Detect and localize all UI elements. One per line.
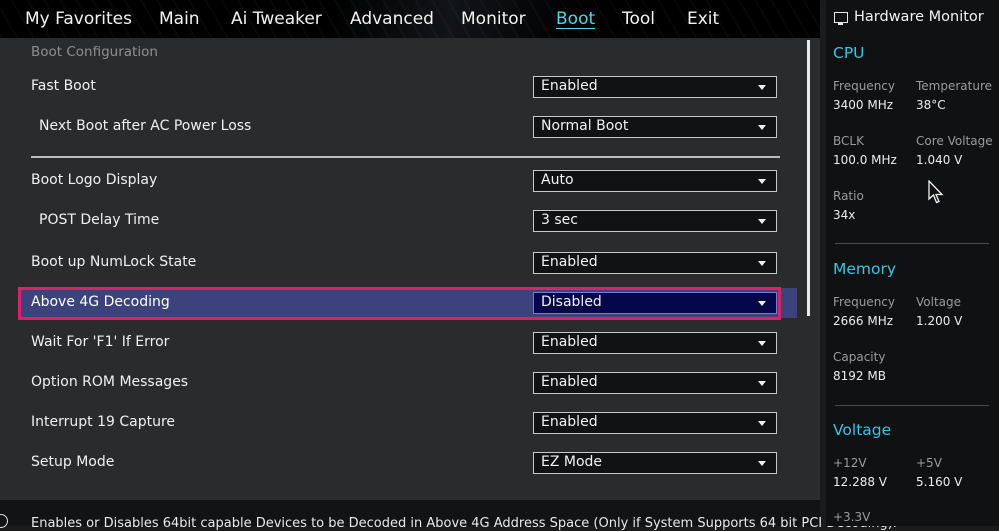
numlock-dropdown[interactable]: Enabled bbox=[533, 252, 777, 274]
dropdown-value: Auto bbox=[541, 172, 574, 188]
divider bbox=[835, 405, 989, 406]
cpu-heading: CPU bbox=[833, 44, 865, 62]
setting-label-setup-mode: Setup Mode bbox=[31, 454, 115, 470]
setting-label-post-delay: POST Delay Time bbox=[39, 212, 160, 228]
cpu-frequency-label: Frequency bbox=[833, 79, 895, 93]
tab-exit[interactable]: Exit bbox=[687, 9, 719, 29]
dropdown-value: Enabled bbox=[541, 414, 598, 430]
help-bar: Enables or Disables 64bit capable Device… bbox=[0, 500, 897, 531]
setting-label-above-4g[interactable]: Above 4G Decoding bbox=[31, 294, 170, 310]
hardware-monitor-panel: Hardware Monitor CPU Frequency Temperatu… bbox=[826, 0, 999, 526]
dropdown-value: 3 sec bbox=[541, 212, 578, 228]
core-voltage-value: 1.040 V bbox=[916, 153, 963, 167]
dropdown-value: Enabled bbox=[541, 374, 598, 390]
voltage-heading: Voltage bbox=[833, 421, 892, 439]
next-boot-ac-dropdown[interactable]: Normal Boot bbox=[533, 116, 777, 138]
top-nav: My Favorites Main Ai Tweaker Advanced Mo… bbox=[0, 0, 820, 38]
core-voltage-label: Core Voltage bbox=[916, 134, 993, 148]
monitor-icon bbox=[834, 12, 848, 25]
setting-label-numlock: Boot up NumLock State bbox=[31, 254, 197, 270]
memory-frequency-label: Frequency bbox=[833, 295, 895, 309]
cpu-frequency-value: 3400 MHz bbox=[833, 98, 894, 112]
dropdown-value: Enabled bbox=[541, 254, 598, 270]
chevron-down-icon bbox=[758, 261, 766, 266]
settings-panel: Boot Configuration Fast Boot Enabled Nex… bbox=[0, 38, 820, 500]
divider bbox=[31, 156, 780, 158]
setting-label-wait-f1: Wait For 'F1' If Error bbox=[31, 334, 170, 350]
memory-voltage-value: 1.200 V bbox=[916, 314, 963, 328]
help-text: Enables or Disables 64bit capable Device… bbox=[31, 516, 897, 531]
mouse-pointer-icon bbox=[928, 180, 944, 204]
boot-logo-dropdown[interactable]: Auto bbox=[533, 170, 777, 192]
memory-heading: Memory bbox=[833, 260, 897, 278]
fast-boot-dropdown[interactable]: Enabled bbox=[533, 76, 777, 98]
v12-label: +12V bbox=[833, 456, 867, 470]
chevron-down-icon bbox=[758, 179, 766, 184]
tab-my-favorites[interactable]: My Favorites bbox=[25, 9, 132, 29]
bclk-value: 100.0 MHz bbox=[833, 153, 897, 167]
cpu-temperature-label: Temperature bbox=[916, 79, 993, 93]
setting-label-boot-logo: Boot Logo Display bbox=[31, 172, 158, 188]
tab-monitor[interactable]: Monitor bbox=[461, 9, 526, 29]
chevron-down-icon bbox=[758, 301, 766, 306]
capacity-value: 8192 MB bbox=[833, 369, 886, 383]
dropdown-value: Enabled bbox=[541, 78, 598, 94]
setting-label-fast-boot: Fast Boot bbox=[31, 78, 96, 94]
above-4g-dropdown[interactable]: Disabled bbox=[533, 292, 777, 314]
setup-mode-dropdown[interactable]: EZ Mode bbox=[533, 452, 777, 474]
interrupt-19-dropdown[interactable]: Enabled bbox=[533, 412, 777, 434]
chevron-down-icon bbox=[758, 341, 766, 346]
ratio-value: 34x bbox=[833, 208, 856, 222]
memory-frequency-value: 2666 MHz bbox=[833, 314, 894, 328]
v5-label: +5V bbox=[916, 456, 942, 470]
dropdown-value: Normal Boot bbox=[541, 118, 629, 134]
chevron-down-icon bbox=[758, 421, 766, 426]
post-delay-dropdown[interactable]: 3 sec bbox=[533, 210, 777, 232]
dropdown-value: Enabled bbox=[541, 334, 598, 350]
v12-value: 12.288 V bbox=[833, 475, 888, 489]
v33-label: +3.3V bbox=[833, 510, 871, 524]
tab-ai-tweaker[interactable]: Ai Tweaker bbox=[231, 9, 322, 29]
chevron-down-icon bbox=[758, 85, 766, 90]
ratio-label: Ratio bbox=[833, 189, 864, 203]
scrollbar[interactable] bbox=[807, 40, 810, 316]
hardware-monitor-title: Hardware Monitor bbox=[854, 9, 984, 25]
dropdown-value: Disabled bbox=[541, 294, 602, 310]
chevron-down-icon bbox=[758, 219, 766, 224]
bclk-label: BCLK bbox=[833, 134, 864, 148]
setting-label-interrupt-19: Interrupt 19 Capture bbox=[31, 414, 175, 430]
setting-label-option-rom: Option ROM Messages bbox=[31, 374, 189, 390]
chevron-down-icon bbox=[758, 381, 766, 386]
setting-label-next-boot-ac: Next Boot after AC Power Loss bbox=[39, 118, 252, 134]
v5-value: 5.160 V bbox=[916, 475, 963, 489]
capacity-label: Capacity bbox=[833, 350, 886, 364]
tab-main[interactable]: Main bbox=[159, 9, 200, 29]
section-title: Boot Configuration bbox=[31, 44, 158, 60]
dropdown-value: EZ Mode bbox=[541, 454, 603, 470]
chevron-down-icon bbox=[758, 461, 766, 466]
wait-f1-dropdown[interactable]: Enabled bbox=[533, 332, 777, 354]
divider bbox=[835, 243, 989, 244]
tab-boot[interactable]: Boot bbox=[556, 9, 595, 29]
option-rom-dropdown[interactable]: Enabled bbox=[533, 372, 777, 394]
cpu-temperature-value: 38°C bbox=[916, 98, 946, 112]
tab-tool[interactable]: Tool bbox=[622, 9, 655, 29]
tab-advanced[interactable]: Advanced bbox=[350, 9, 434, 29]
chevron-down-icon bbox=[758, 125, 766, 130]
memory-voltage-label: Voltage bbox=[916, 295, 962, 309]
